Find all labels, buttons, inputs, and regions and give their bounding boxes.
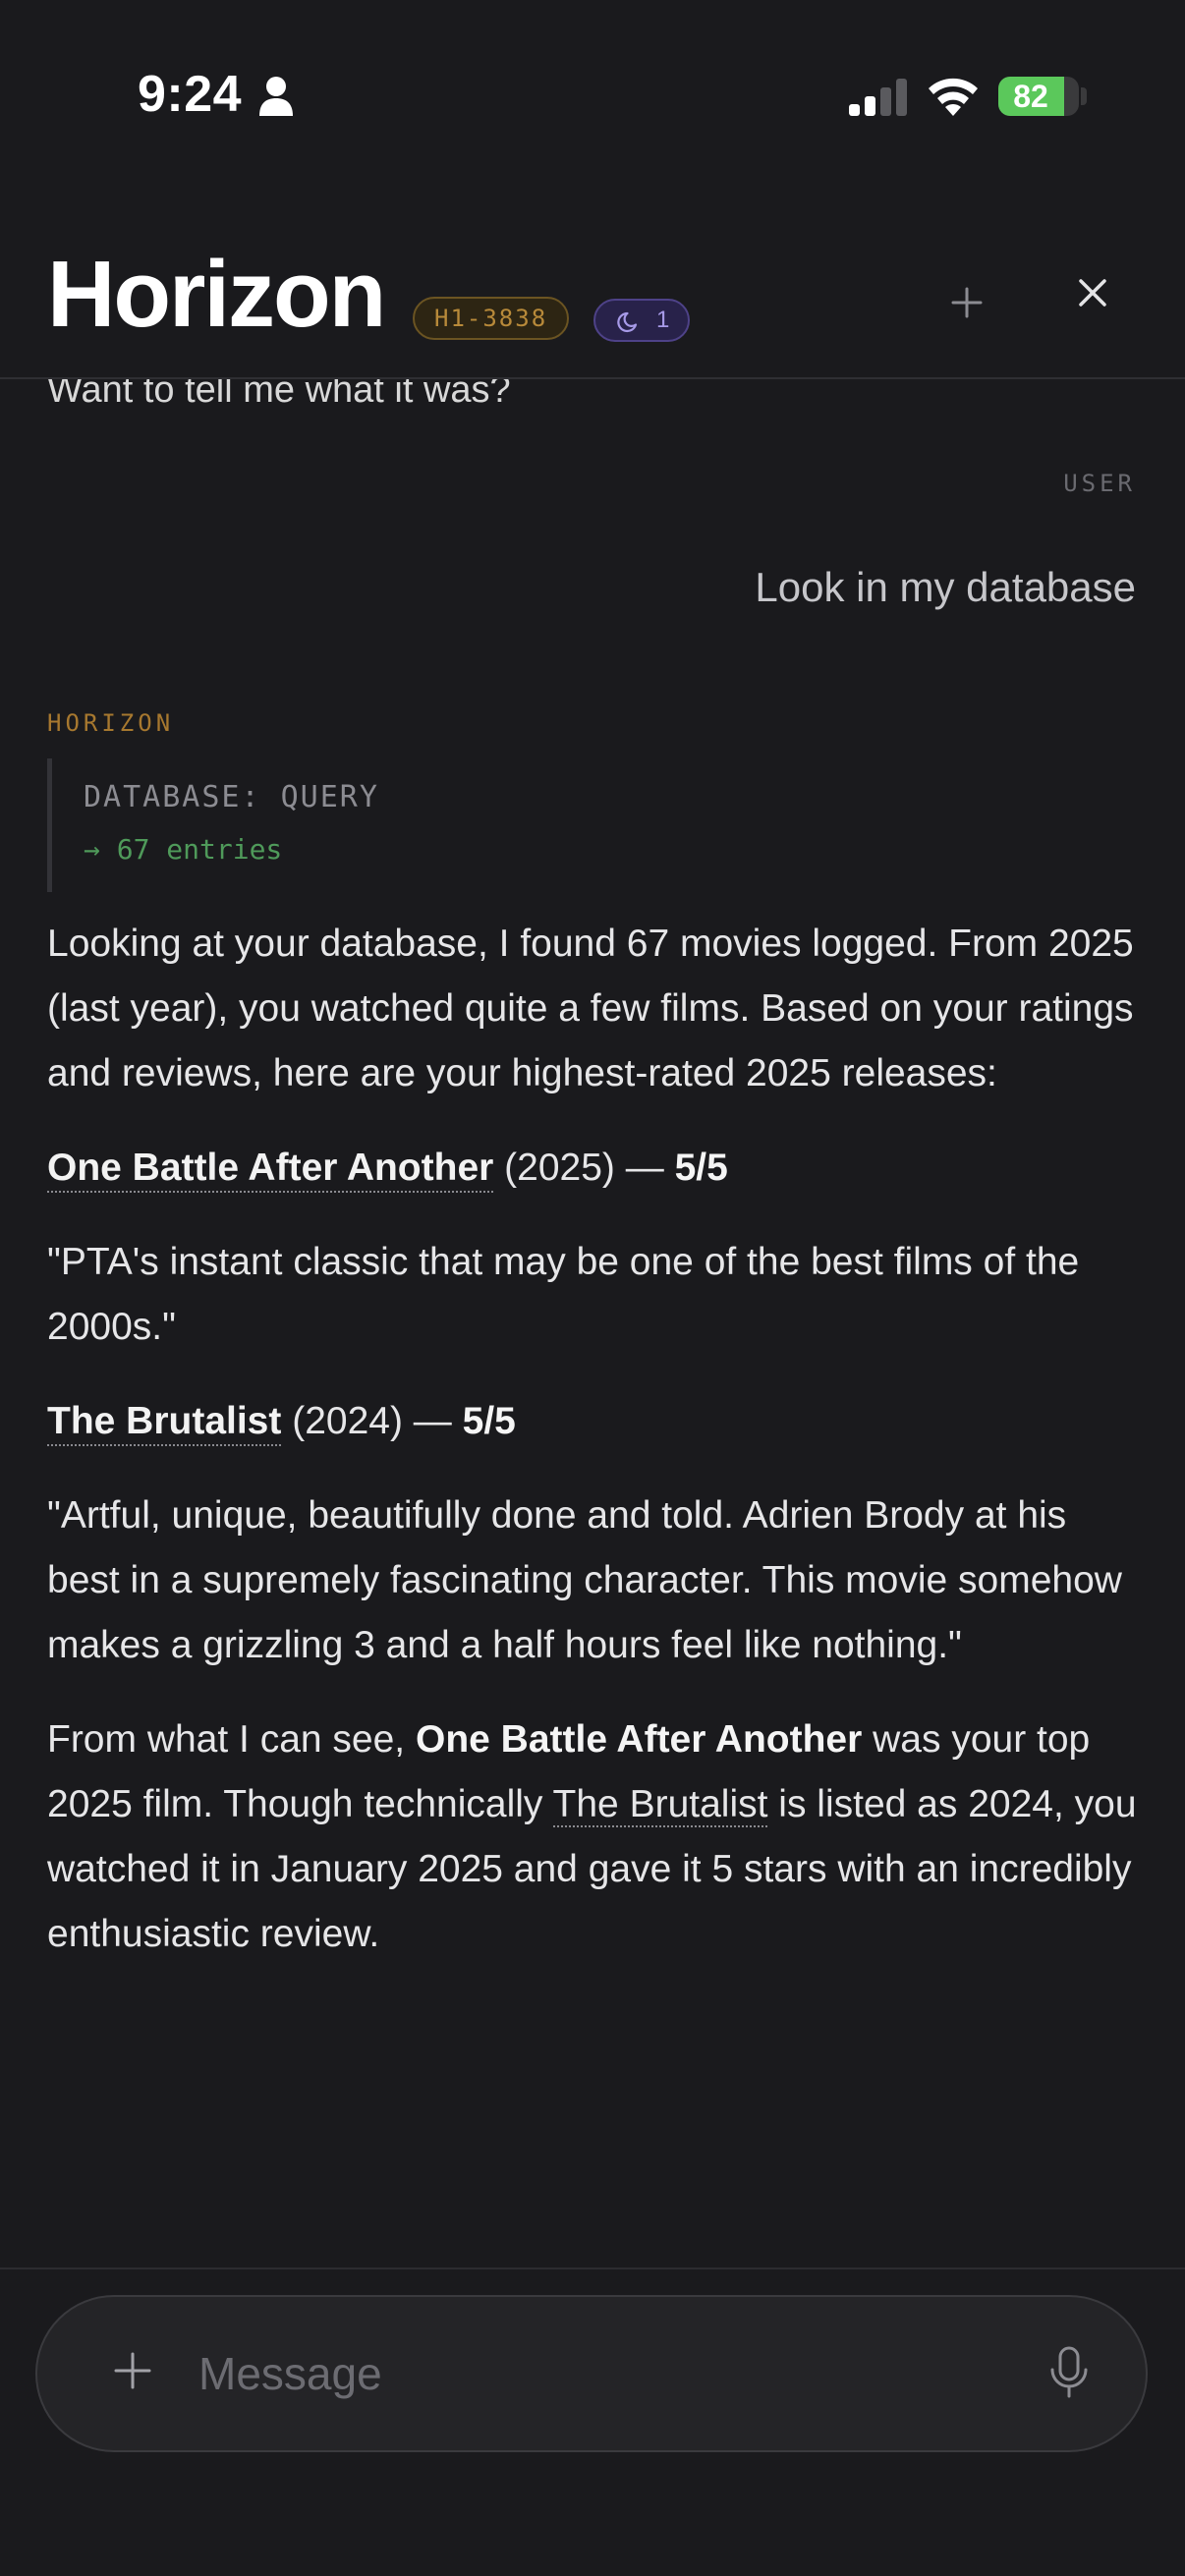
composer-area	[0, 2268, 1185, 2576]
movie-year: (2024)	[292, 1400, 403, 1442]
mic-icon	[1050, 2346, 1088, 2398]
plus-icon	[951, 287, 983, 318]
movie-review: "PTA's instant classic that may be one o…	[47, 1241, 1080, 1348]
user-message: Look in my database	[755, 564, 1136, 610]
answer-intro: Looking at your database, I found 67 mov…	[47, 923, 1134, 1094]
assistant-message: Looking at your database, I found 67 mov…	[47, 912, 1138, 1996]
app-screen: 9:24 82 Horizon H1-3838 1 Want to tell m…	[0, 0, 1185, 2576]
status-time: 9:24	[138, 66, 243, 123]
movie-rating: 5/5	[462, 1400, 516, 1442]
message-input[interactable]	[198, 2344, 1004, 2403]
conclusion-bold-title: One Battle After Another	[415, 1718, 863, 1761]
movie-heading: The Brutalist (2024) — 5/5	[47, 1389, 1138, 1454]
chat-header: Horizon H1-3838 1	[0, 187, 1185, 379]
moon-count: 1	[656, 307, 670, 333]
conversation-scroll[interactable]: Want to tell me what it was? USER Look i…	[0, 373, 1185, 2269]
battery-indicator: 82	[998, 77, 1079, 116]
movie-dash: —	[614, 1147, 675, 1189]
message-composer	[35, 2295, 1148, 2452]
conclusion-title-link[interactable]: The Brutalist	[552, 1783, 768, 1827]
new-chat-button[interactable]	[935, 271, 998, 334]
user-role-label: USER	[1063, 470, 1136, 497]
movie-heading: One Battle After Another (2025) — 5/5	[47, 1136, 1138, 1201]
moon-badge[interactable]: 1	[593, 299, 690, 342]
moon-icon	[617, 311, 638, 333]
close-icon	[1079, 279, 1106, 307]
battery-percent: 82	[1013, 79, 1048, 114]
tool-call-name: DATABASE: QUERY	[84, 780, 379, 814]
session-id-badge[interactable]: H1-3838	[413, 297, 570, 340]
wifi-icon	[929, 78, 978, 116]
battery-cap	[1081, 87, 1087, 105]
movie-title-link[interactable]: One Battle After Another	[47, 1147, 494, 1193]
movie-title-link[interactable]: The Brutalist	[47, 1400, 282, 1446]
tool-call-result: → 67 entries	[84, 833, 283, 866]
movie-rating: 5/5	[674, 1147, 728, 1189]
movie-dash: —	[402, 1400, 463, 1442]
attach-button[interactable]	[104, 2342, 161, 2399]
answer-conclusion: From what I can see, One Battle After An…	[47, 1708, 1138, 1967]
movie-year: (2025)	[504, 1147, 615, 1189]
tool-call-block[interactable]: DATABASE: QUERY → 67 entries	[47, 758, 637, 892]
page-title: Horizon	[47, 242, 386, 347]
signal-icon	[849, 79, 907, 116]
plus-icon	[114, 2352, 151, 2389]
person-icon	[259, 77, 293, 116]
assistant-role-label: HORIZON	[47, 709, 175, 737]
conclusion-text: From what I can see,	[47, 1718, 416, 1761]
mic-button[interactable]	[1044, 2344, 1095, 2401]
status-bar: 9:24 82	[0, 0, 1185, 187]
movie-review: "Artful, unique, beautifully done and to…	[47, 1494, 1122, 1666]
close-button[interactable]	[1061, 261, 1124, 324]
